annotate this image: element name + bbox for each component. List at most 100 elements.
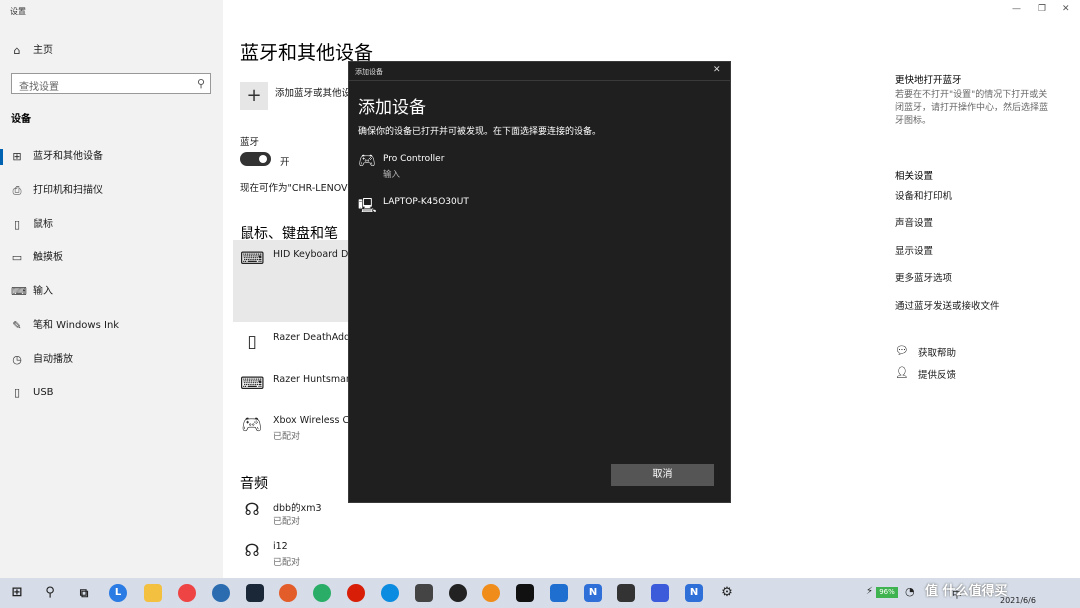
search-placeholder: 查找设置 [19,82,59,93]
device-type: 输入 [383,170,401,180]
minimize-button[interactable]: — [1012,4,1021,14]
chrome-icon[interactable] [178,584,196,602]
start-button[interactable]: ⊞ [8,584,26,602]
add-device-label[interactable]: 添加蓝牙或其他设 [275,85,351,99]
plus-icon: + [246,85,262,106]
dialog-device-item[interactable]: 🎮︎ Pro Controller 输入 [358,150,718,184]
device-name[interactable]: Xbox Wireless Co [273,415,355,426]
link-sound-settings[interactable]: 声音设置 [895,215,933,229]
search-icon: ⚲ [196,77,205,90]
link-more-bluetooth[interactable]: 更多蓝牙选项 [895,270,952,284]
app-orange-icon[interactable] [279,584,297,602]
sidebar-item-usb[interactable]: ▯ USB [0,376,223,410]
dialog-close-button[interactable]: ✕ [713,65,721,75]
task-view-icon[interactable]: ⧉ [75,584,93,602]
sidebar-item-pen[interactable]: ✎ 笔和 Windows Ink [0,309,223,343]
device-status: 已配对 [273,517,301,527]
autoplay-icon: ◷ [12,353,22,366]
link-devices-printers[interactable]: 设备和打印机 [895,188,952,202]
device-name: Pro Controller [383,154,445,164]
device-name[interactable]: i12 [273,541,288,552]
printer-icon: ⎙ [12,184,22,197]
device-status: 已配对 [273,432,301,442]
link-display-settings[interactable]: 显示设置 [895,243,933,257]
settings-gear-icon[interactable]: ⚙ [718,584,736,602]
sidebar-item-label: 鼠标 [33,219,53,230]
app-nk-icon[interactable]: N [584,584,602,602]
sidebar-item-printers[interactable]: ⎙ 打印机和扫描仪 [0,174,223,208]
keyboard-icon: ⌨ [240,374,265,394]
sidebar: 设置 ⌂ 主页 查找设置 ⚲ 设备 ⊞ 蓝牙和其他设备 ⎙ 打印机和扫描仪 ▯ … [0,0,223,578]
restore-button[interactable]: ❐ [1038,4,1046,14]
add-device-button[interactable]: + [240,82,268,110]
pen-icon: ✎ [12,319,22,332]
netease-music-icon[interactable] [347,584,365,602]
wechat-icon[interactable] [313,584,331,602]
bluetooth-state: 开 [280,157,290,168]
app-l-icon[interactable]: L [109,584,127,602]
app-blue-icon[interactable] [550,584,568,602]
related-heading: 相关设置 [895,171,934,182]
edge-icon[interactable] [381,584,399,602]
bluetooth-toggle[interactable] [240,152,271,166]
sidebar-item-label: USB [33,387,54,398]
dialog-instruction: 确保你的设备已打开并可被发现。在下面选择要连接的设备。 [358,127,602,137]
get-help-link[interactable]: 获取帮助 [918,345,956,359]
computer-icon: 🖳 [358,198,377,214]
gamepad-icon: 🎮︎ [358,153,376,169]
battery-indicator[interactable]: 96% [876,587,898,598]
taskbar: ⊞ ⚲ ⧉ L N N ⚙ ⚡︎ 96% ◔ 中 值 什么值得买 2021/6/… [0,578,1080,608]
mouse-icon: ▯ [13,218,21,231]
app-nk-icon[interactable]: N [685,584,703,602]
feedback-icon: 👤︎ [895,366,909,379]
sidebar-item-touchpad[interactable]: ▭ 触摸板 [0,241,223,275]
add-device-dialog: 添加设备 ✕ 添加设备 确保你的设备已打开并可被发现。在下面选择要连接的设备。 … [348,61,731,503]
sidebar-item-label: 输入 [33,286,53,297]
search-input[interactable]: 查找设置 ⚲ [11,73,211,94]
sidebar-item-label: 自动播放 [33,354,73,365]
app-dark-icon[interactable] [415,584,433,602]
cancel-button[interactable]: 取消 [611,464,714,486]
window-title: 设置 [10,7,26,16]
keyboard-icon: ⌨ [240,249,265,269]
file-explorer-icon[interactable] [144,584,162,602]
bluetooth-devices-icon: ⊞ [12,150,22,163]
touchpad-icon: ▭ [11,251,23,264]
sidebar-item-bluetooth[interactable]: ⊞ 蓝牙和其他设备 [0,140,223,174]
dialog-device-item[interactable]: 🖳 LAPTOP-K45O30UT [358,193,718,217]
headphones-icon: ☊ [244,541,260,561]
bluetooth-heading: 蓝牙 [240,137,260,148]
headphones-icon: ☊ [244,500,260,520]
sidebar-item-mouse[interactable]: ▯ 鼠标 [0,208,223,242]
home-icon: ⌂ [13,44,21,57]
dialog-window-title: 添加设备 [355,68,383,76]
device-name[interactable]: Razer DeathAdde [273,332,356,343]
gamepad-icon: 🎮︎ [241,415,263,435]
sidebar-item-label: 主页 [33,45,53,56]
sidebar-item-label: 打印机和扫描仪 [33,185,103,196]
app-black-icon[interactable] [516,584,534,602]
power-icon[interactable]: ⚡︎ [866,586,873,597]
device-name[interactable]: HID Keyboard De [273,249,354,260]
app-browser-icon[interactable] [482,584,500,602]
sidebar-item-typing[interactable]: ⌨ 输入 [0,275,223,309]
close-button[interactable]: ✕ [1062,4,1070,14]
device-name[interactable]: dbb的xm3 [273,500,322,514]
link-bluetooth-file-transfer[interactable]: 通过蓝牙发送或接收文件 [895,298,1000,312]
qq-icon[interactable] [449,584,467,602]
clock-date[interactable]: 2021/6/6 [1000,596,1036,605]
security-icon[interactable] [212,584,230,602]
search-icon[interactable]: ⚲ [41,584,59,602]
wifi-icon[interactable]: ◔ [905,585,915,598]
feedback-link[interactable]: 提供反馈 [918,367,956,381]
steam-icon[interactable] [246,584,264,602]
sidebar-item-home[interactable]: ⌂ 主页 [0,34,223,68]
section-heading: 设备 [11,114,31,125]
usb-icon: ▯ [13,386,21,399]
audio-heading: 音频 [240,476,268,492]
remote-desktop-icon[interactable] [651,584,669,602]
app-grid-icon[interactable] [617,584,635,602]
sidebar-item-autoplay[interactable]: ◷ 自动播放 [0,343,223,377]
watermark: 值 什么值得买 [925,584,1008,599]
keyboard-icon: ⌨ [11,285,27,298]
